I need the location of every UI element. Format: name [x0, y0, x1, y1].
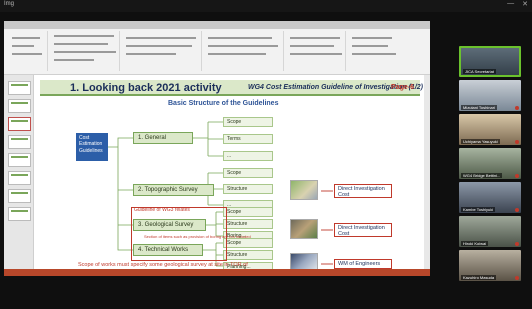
participant-tile[interactable]: WG4 Bridge Bettini...: [459, 148, 521, 179]
participant-tile[interactable]: Uchiyama Yasuyuki: [459, 114, 521, 145]
participant-name: WG4 Bridge Bettini...: [461, 173, 503, 178]
survey-photo-2: [290, 219, 318, 239]
participant-name: Mizutani Toshinari: [461, 105, 497, 110]
node-topographic-survey: 2. Topographic Survey: [133, 184, 214, 196]
ribbon-tabs[interactable]: [4, 21, 430, 29]
leaf-topographic-scope: Scope: [223, 168, 273, 178]
slide-thumbnail[interactable]: [8, 171, 31, 185]
participant-tile[interactable]: Kambe Toshiyuki: [459, 182, 521, 213]
slide-thumbnail[interactable]: [8, 81, 31, 95]
leaf-geological-structure: Structure: [223, 219, 273, 229]
muted-mic-icon: [515, 174, 519, 178]
participant-tile[interactable]: Mizutani Toshinari: [459, 80, 521, 111]
annotation-direct-investigation-cost-1: Direct Investigation Cost: [334, 184, 392, 198]
slide-thumbnail[interactable]: [8, 135, 31, 149]
window-title-bar: Img — ✕: [0, 0, 532, 12]
muted-mic-icon: [515, 106, 519, 110]
window-controls: — ✕: [507, 0, 528, 8]
slide-thumbnail-panel[interactable]: [4, 75, 34, 269]
muted-mic-icon: [515, 276, 519, 280]
slide-thumbnail[interactable]: [8, 153, 31, 167]
node-general: 1. General: [133, 132, 193, 144]
cost-estimation-guidelines-box: Cost Estimation Guidelines: [76, 133, 108, 161]
ribbon-group-drawing[interactable]: [286, 31, 346, 71]
participant-name: JICA Secretariat: [463, 69, 496, 74]
window-title: Img: [4, 1, 15, 7]
ribbon-group-slides[interactable]: [50, 31, 120, 71]
participant-tile[interactable]: Hiroki Koiwai: [459, 216, 521, 247]
leaf-geological-scope: Scope: [223, 207, 273, 217]
participant-name: Uchiyama Yasuyuki: [461, 139, 500, 144]
slide-canvas: 1. Looking back 2021 activity WG4 Cost E…: [38, 78, 423, 275]
participant-name: Hiroki Koiwai: [461, 241, 489, 246]
ribbon-group-font[interactable]: [122, 31, 202, 71]
status-bar: [4, 269, 430, 276]
survey-photo-1: [290, 180, 318, 200]
vertical-scrollbar[interactable]: [424, 75, 430, 269]
shared-screen: 1. Looking back 2021 activity WG4 Cost E…: [4, 21, 430, 276]
muted-mic-icon: [515, 208, 519, 212]
ribbon-group-clipboard[interactable]: [8, 31, 48, 71]
wg3-related-label: Guideline of WG3 relates: [134, 207, 190, 213]
slide-thumbnail[interactable]: [8, 99, 31, 113]
close-button[interactable]: ✕: [522, 0, 528, 8]
slide-thumbnail[interactable]: [8, 207, 31, 221]
slide-thumbnail-selected[interactable]: [8, 117, 31, 131]
leaf-technical-structure: Structure: [223, 250, 273, 260]
minimize-button[interactable]: —: [507, 0, 514, 8]
leaf-general-more: ...: [223, 151, 273, 161]
annotation-wm-of-engineers: WM of Engineers: [334, 259, 392, 269]
leaf-topographic-structure: Structure: [223, 184, 273, 194]
participant-name: Kambe Toshiyuki: [461, 207, 496, 212]
powerpoint-ribbon: [4, 21, 430, 75]
slide-thumbnail[interactable]: [8, 189, 31, 203]
leaf-general-terms: Terms: [223, 134, 273, 144]
participant-name: Kazuhiro Masuda: [461, 275, 497, 280]
participant-tile-active[interactable]: JICA Secretariat: [459, 46, 521, 77]
wg3-note: Section of items such as provision of bo…: [144, 234, 251, 239]
muted-mic-icon: [515, 140, 519, 144]
ribbon-group-editing[interactable]: [348, 31, 418, 71]
muted-mic-icon: [515, 242, 519, 246]
ribbon-group-paragraph[interactable]: [204, 31, 284, 71]
annotation-direct-investigation-cost-2: Direct Investigation Cost: [334, 223, 392, 237]
participant-tile[interactable]: Kazuhiro Masuda: [459, 250, 521, 281]
leaf-general-scope: Scope: [223, 117, 273, 127]
